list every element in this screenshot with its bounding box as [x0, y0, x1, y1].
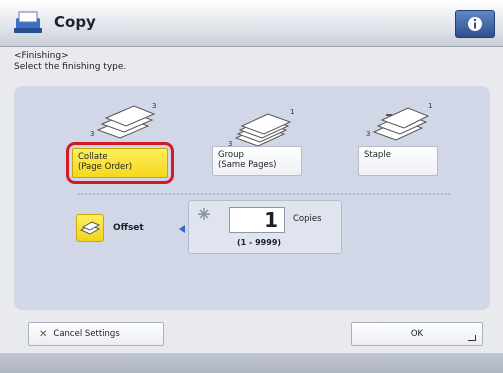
info-button[interactable] [455, 10, 495, 38]
staple-label: Staple [364, 150, 391, 160]
selection-highlight [66, 142, 174, 184]
svg-text:3: 3 [366, 130, 370, 138]
status-footer [0, 353, 503, 373]
cancel-settings-label: Cancel Settings [53, 329, 120, 339]
copy-app-icon [14, 11, 42, 33]
group-sublabel: (Same Pages) [218, 160, 277, 170]
staple-button[interactable]: Staple [358, 146, 438, 176]
section-divider [78, 193, 450, 195]
group-label: Group [218, 150, 244, 160]
offset-label: Offset [113, 223, 144, 233]
copies-unit-label: Copies [293, 214, 322, 224]
offset-button[interactable]: Offset [76, 213, 172, 243]
pointer-arrow-icon [179, 225, 185, 233]
copies-box: 1 Copies (1 - 9999) [188, 200, 342, 254]
copies-input[interactable]: 1 [229, 207, 285, 233]
info-icon [468, 17, 482, 31]
cancel-settings-button[interactable]: ✕ Cancel Settings [28, 322, 164, 346]
enter-corner-icon [468, 335, 476, 341]
svg-text:3: 3 [152, 102, 156, 110]
svg-text:3: 3 [90, 130, 94, 138]
section-title: <Finishing> [14, 51, 69, 61]
ok-button[interactable]: OK [351, 322, 483, 346]
instruction-text: Select the finishing type. [14, 62, 127, 72]
close-icon: ✕ [39, 328, 48, 340]
staple-stack-icon: 3 1 [366, 102, 432, 141]
ok-label: OK [410, 329, 424, 339]
offset-pages-icon [80, 221, 100, 235]
asterisk-icon [198, 208, 210, 220]
app-title: Copy [54, 13, 96, 31]
copies-range-label: (1 - 9999) [237, 238, 282, 247]
svg-text:1: 1 [290, 108, 294, 116]
svg-text:1: 1 [428, 102, 432, 110]
title-bar: Copy [0, 0, 503, 47]
offset-checkbox[interactable] [76, 214, 104, 242]
screen-instructions: <Finishing> Select the finishing type. [14, 51, 126, 73]
group-button[interactable]: Group (Same Pages) [212, 146, 302, 176]
